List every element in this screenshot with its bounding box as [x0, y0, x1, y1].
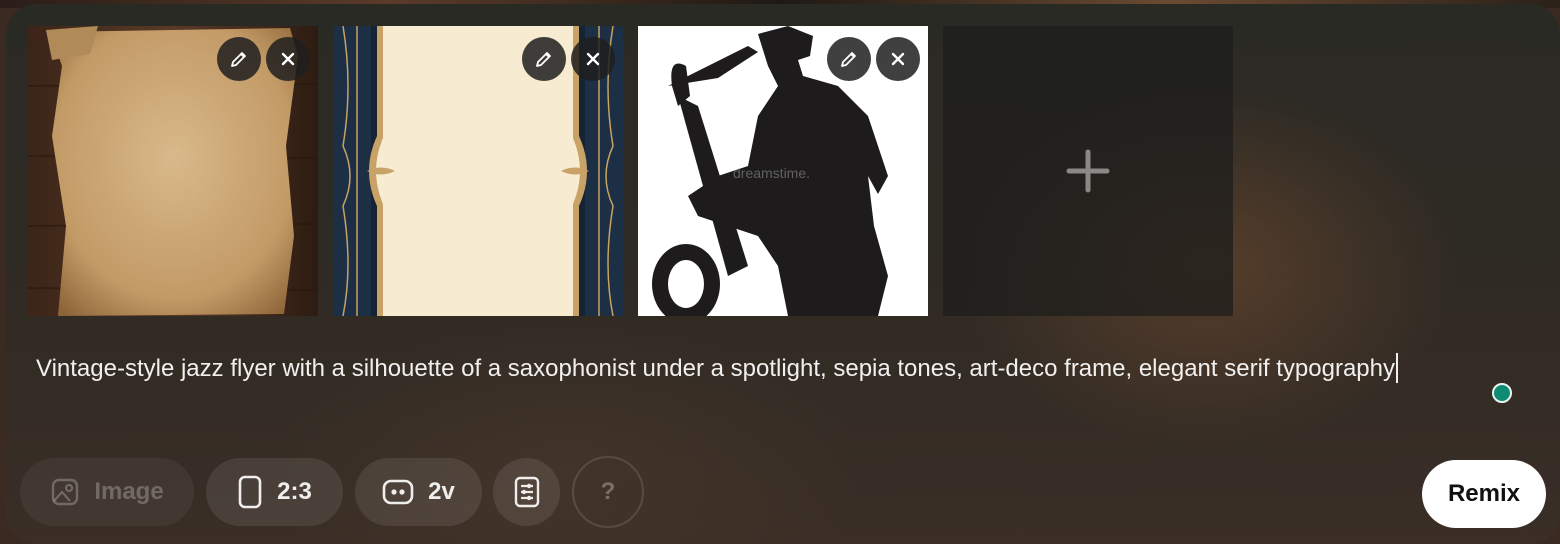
reference-image-saxophonist[interactable]: dreamstime.	[638, 26, 928, 316]
reference-image-paper[interactable]	[28, 26, 318, 316]
pencil-icon	[536, 52, 551, 67]
close-icon	[281, 52, 295, 66]
plus-icon	[1066, 149, 1110, 193]
prompt-input[interactable]: Vintage-style jazz flyer with a silhouet…	[36, 350, 1476, 388]
edit-image-button[interactable]	[827, 37, 871, 81]
help-button[interactable]: ?	[572, 456, 644, 528]
aspect-ratio-button[interactable]: 2:3	[206, 458, 343, 526]
version-label: 2v	[428, 478, 455, 505]
settings-sliders-icon	[514, 476, 539, 508]
pencil-icon	[231, 52, 246, 67]
aspect-ratio-label: 2:3	[277, 478, 312, 505]
close-icon	[891, 52, 905, 66]
close-icon	[586, 52, 600, 66]
model-icon	[382, 479, 414, 505]
pencil-icon	[841, 52, 856, 67]
help-label: ?	[600, 478, 616, 505]
remove-image-button[interactable]	[571, 37, 615, 81]
version-button[interactable]: 2v	[355, 458, 482, 526]
settings-button[interactable]	[493, 458, 560, 526]
prompt-panel: dreamstime. Vintage-style jazz flyer wit…	[6, 4, 1560, 544]
remix-button[interactable]: Remix	[1422, 460, 1546, 528]
remove-image-button[interactable]	[876, 37, 920, 81]
watermark-text: dreamstime.	[733, 165, 810, 181]
add-image-button[interactable]	[943, 26, 1233, 316]
image-icon	[52, 478, 79, 506]
text-caret	[1396, 353, 1398, 383]
reference-image-frame[interactable]	[333, 26, 623, 316]
prompt-text: Vintage-style jazz flyer with a silhouet…	[36, 355, 1395, 382]
image-button-label: Image	[94, 478, 164, 505]
remove-image-button[interactable]	[266, 37, 310, 81]
image-button[interactable]: Image	[20, 458, 194, 526]
status-indicator	[1492, 383, 1512, 403]
edit-image-button[interactable]	[522, 37, 566, 81]
edit-image-button[interactable]	[217, 37, 261, 81]
portrait-ratio-icon	[238, 475, 262, 509]
remix-label: Remix	[1447, 480, 1521, 507]
